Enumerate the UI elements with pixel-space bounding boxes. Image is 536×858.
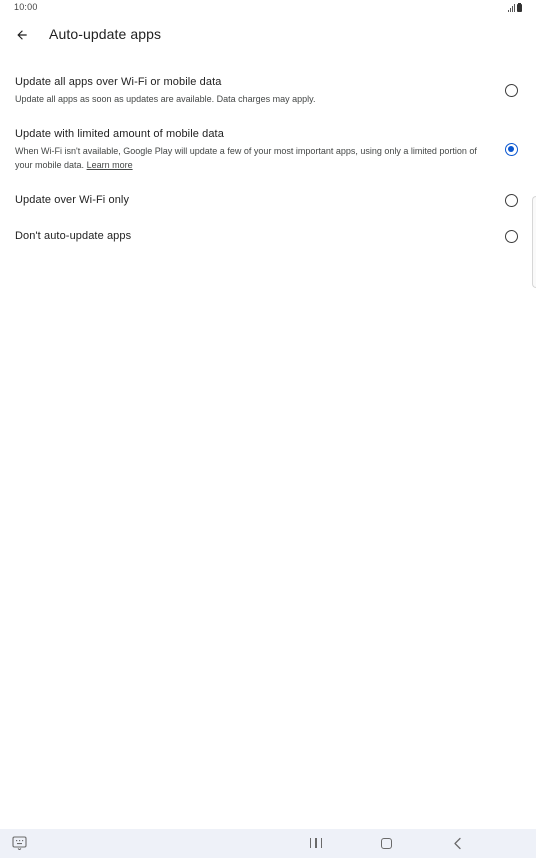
back-button[interactable] [8,21,36,49]
radio-update-all[interactable] [505,84,518,97]
screen: 10:00 Auto-update apps Update all apps o… [0,0,536,858]
radio-dont-auto-update[interactable] [505,230,518,243]
option-limited-mobile-data[interactable]: Update with limited amount of mobile dat… [0,126,536,174]
status-icons [508,3,522,12]
recents-icon[interactable] [310,838,322,849]
page-title: Auto-update apps [49,26,162,42]
option-title: Update with limited amount of mobile dat… [15,128,224,140]
option-description: When Wi-Fi isn't available, Google Play … [15,145,480,172]
app-bar: Auto-update apps [0,18,536,52]
option-title: Update over Wi-Fi only [15,194,130,206]
radio-wifi-only[interactable] [505,194,518,207]
home-icon[interactable] [381,838,392,849]
option-description-text: When Wi-Fi isn't available, Google Play … [15,146,477,170]
option-title: Update all apps over Wi-Fi or mobile dat… [15,76,222,88]
keyboard-icon[interactable] [12,836,27,850]
status-bar: 10:00 [0,0,536,16]
option-dont-auto-update[interactable]: Don't auto-update apps [0,228,536,248]
status-time: 10:00 [14,2,38,12]
navigation-bar [0,829,536,858]
learn-more-link[interactable]: Learn more [87,160,133,170]
battery-icon [517,3,522,12]
nav-back-icon[interactable] [452,837,464,850]
edge-panel-handle[interactable] [532,196,536,288]
option-update-all[interactable]: Update all apps over Wi-Fi or mobile dat… [0,74,536,112]
arrow-back-icon [17,30,27,40]
option-wifi-only[interactable]: Update over Wi-Fi only [0,192,536,212]
signal-bars-icon [508,4,515,12]
radio-limited-mobile-data[interactable] [505,143,518,156]
option-description: Update all apps as soon as updates are a… [15,94,316,104]
option-title: Don't auto-update apps [15,230,132,242]
